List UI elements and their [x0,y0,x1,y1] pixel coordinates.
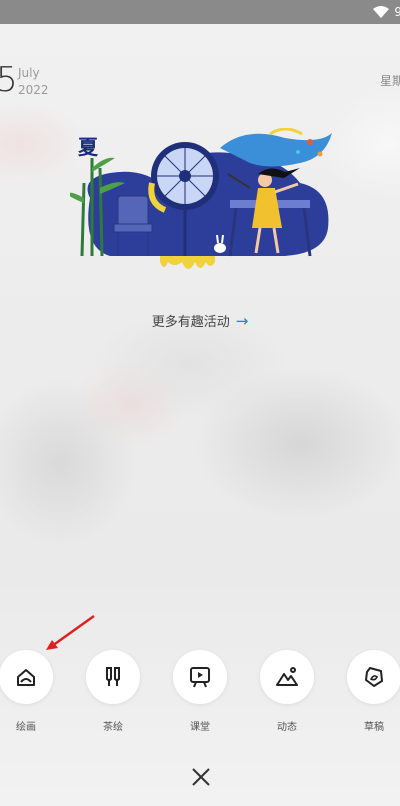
moments-icon [276,667,298,686]
close-icon[interactable] [188,764,214,790]
battery-level-text: 9 [394,5,400,19]
action-classroom[interactable]: 课堂 [165,650,235,733]
brushes-icon [106,667,120,686]
action-label-classroom: 课堂 [190,722,210,733]
status-bar: 9 [0,0,400,24]
drafts-icon [365,667,383,687]
action-label-drafts: 草稿 [364,722,384,733]
moments-button[interactable] [260,650,314,704]
status-icons: 9 [372,3,400,21]
weekday-label: 星期 [379,74,400,88]
date-year: 2022 [18,83,49,97]
action-brushes[interactable]: 茶绘 [78,650,148,733]
drawing-button[interactable] [0,650,53,704]
summer-event-banner[interactable]: 夏 [70,128,340,278]
action-moments[interactable]: 动态 [252,650,322,733]
create-actions-row: 绘画 茶绘 课堂 动态 草稿 [0,650,400,740]
action-drafts[interactable]: 草稿 [339,650,400,733]
drawing-icon [17,669,35,686]
action-label-moments: 动态 [277,722,297,733]
classroom-button[interactable] [173,650,227,704]
action-drawing[interactable]: 绘画 [0,650,61,733]
classroom-icon [190,667,210,688]
date-day: 5 [0,60,18,100]
action-label-drawing: 绘画 [16,722,36,733]
action-label-brushes: 茶绘 [103,722,123,733]
wifi-icon [373,6,390,18]
date-month: July [18,66,40,80]
more-activities-label: 更多有趣活动 [151,315,230,330]
annotation-arrow [46,614,95,650]
more-activities-link[interactable]: 更多有趣活动 → [0,311,400,330]
arrow-right-icon: → [235,312,249,330]
drafts-button[interactable] [347,650,400,704]
brushes-button[interactable] [86,650,140,704]
summer-character: 夏 [78,135,99,159]
